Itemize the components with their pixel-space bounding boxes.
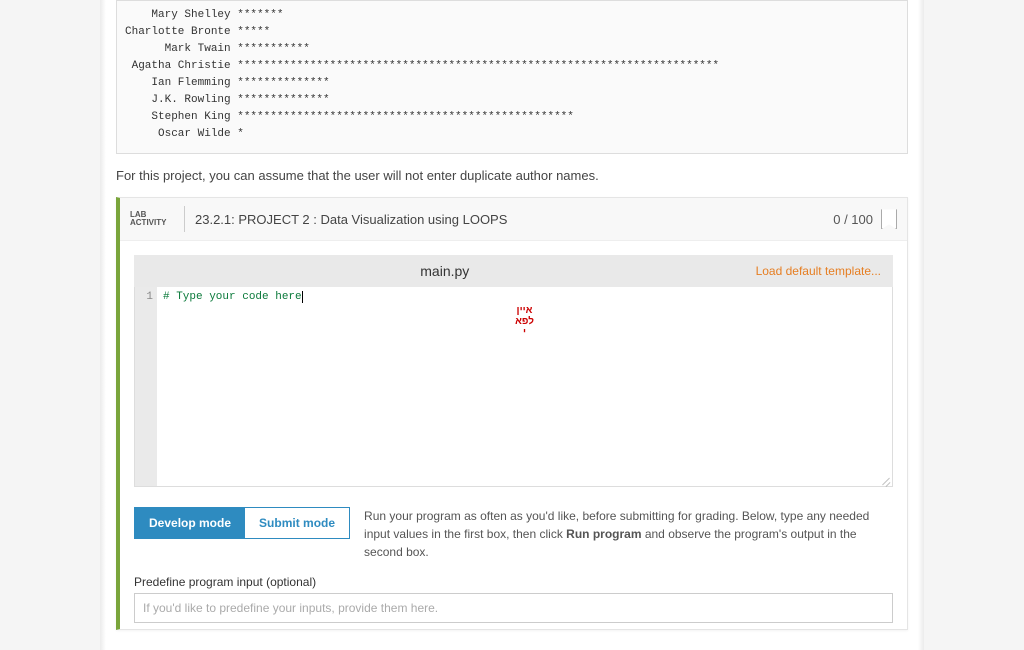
lab-header: LAB ACTIVITY 23.2.1: PROJECT 2 : Data Vi…: [120, 198, 907, 241]
lab-badge: LAB ACTIVITY: [130, 211, 174, 229]
code-comment: # Type your code here: [163, 291, 302, 303]
text-cursor: [302, 291, 303, 303]
line-number-1: 1: [135, 291, 153, 303]
mode-description: Run your program as often as you'd like,…: [364, 507, 893, 561]
score-text: 0 / 100: [833, 212, 873, 227]
lab-badge-line2: ACTIVITY: [130, 219, 174, 228]
mode-desc-bold: Run program: [566, 527, 641, 541]
predefine-input[interactable]: [134, 593, 893, 623]
mode-toggle: Develop mode Submit mode: [134, 507, 350, 539]
develop-mode-button[interactable]: Develop mode: [135, 508, 245, 538]
load-template-link[interactable]: Load default template...: [756, 264, 893, 278]
lab-activity-card: LAB ACTIVITY 23.2.1: PROJECT 2 : Data Vi…: [116, 197, 908, 630]
instruction-text: For this project, you can assume that th…: [116, 168, 908, 183]
code-area[interactable]: # Type your code here איין לפא י: [157, 287, 892, 486]
overlay-watermark: איין לפא י: [515, 305, 534, 338]
filename-label: main.py: [134, 263, 756, 279]
line-gutter: 1: [135, 287, 157, 486]
editor-toolbar: main.py Load default template...: [134, 255, 893, 287]
submit-mode-button[interactable]: Submit mode: [245, 508, 349, 538]
code-editor[interactable]: 1 # Type your code here איין לפא י: [134, 287, 893, 487]
predefine-label: Predefine program input (optional): [134, 575, 893, 589]
divider: [184, 206, 185, 232]
lab-title: 23.2.1: PROJECT 2 : Data Visualization u…: [195, 212, 833, 227]
sample-output: Mary Shelley ******* Charlotte Bronte **…: [116, 0, 908, 154]
resize-handle-icon[interactable]: [880, 474, 892, 486]
bookmark-icon[interactable]: [881, 209, 897, 229]
